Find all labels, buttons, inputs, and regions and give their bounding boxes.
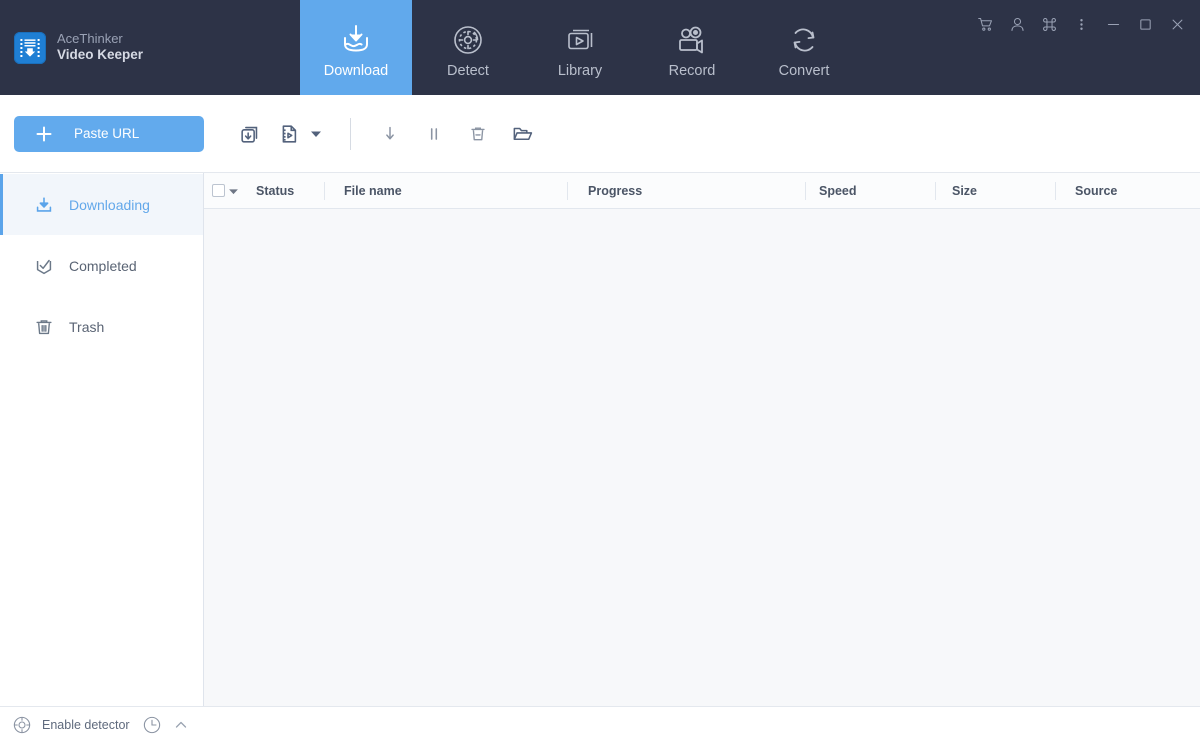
- movie-camera-icon: [673, 21, 711, 57]
- toolbar-separator: [350, 117, 351, 150]
- app-window: AceThinker Video Keeper Download Detect …: [0, 0, 1200, 742]
- plus-icon: [14, 124, 74, 144]
- account-icon[interactable]: [1002, 10, 1032, 38]
- sidebar-item-downloading-label: Downloading: [69, 196, 150, 213]
- detector-crosshair-icon: [12, 715, 32, 735]
- downloading-icon: [33, 194, 55, 216]
- sidebar-item-completed[interactable]: Completed: [0, 235, 203, 296]
- tab-library-label: Library: [557, 62, 603, 79]
- maximize-icon[interactable]: [1130, 10, 1160, 38]
- chevron-up-icon[interactable]: [174, 718, 188, 732]
- sidebar-item-downloading[interactable]: Downloading: [0, 174, 203, 235]
- column-header-progress[interactable]: Progress: [588, 184, 642, 198]
- column-divider: [805, 182, 806, 200]
- column-divider: [324, 182, 325, 200]
- cart-icon[interactable]: [970, 10, 1000, 38]
- column-divider: [567, 182, 568, 200]
- delete-icon[interactable]: [461, 117, 495, 151]
- tab-convert-label: Convert: [778, 62, 830, 79]
- apps-grid-icon[interactable]: [1034, 10, 1064, 38]
- trash-icon: [33, 316, 55, 338]
- brand: AceThinker Video Keeper: [0, 0, 300, 95]
- column-divider: [935, 182, 936, 200]
- column-header-status[interactable]: Status: [256, 184, 294, 198]
- dropdown-caret-icon[interactable]: [308, 130, 324, 138]
- radar-detect-icon: [450, 21, 486, 57]
- brand-name: AceThinker: [57, 30, 123, 46]
- tab-detect-label: Detect: [447, 62, 489, 79]
- sidebar-item-trash-label: Trash: [69, 318, 105, 335]
- column-header-size[interactable]: Size: [952, 184, 977, 198]
- sidebar-item-completed-label: Completed: [69, 257, 137, 274]
- tab-record-label: Record: [668, 62, 716, 79]
- convert-refresh-icon: [786, 21, 822, 57]
- brand-text: AceThinker Video Keeper: [57, 31, 143, 64]
- download-list[interactable]: [204, 209, 1200, 706]
- column-divider: [1055, 182, 1056, 200]
- column-header-source[interactable]: Source: [1075, 184, 1117, 198]
- column-header-filename[interactable]: File name: [344, 184, 402, 198]
- library-play-icon: [562, 21, 598, 57]
- start-download-icon[interactable]: [373, 117, 407, 151]
- brand-product: Video Keeper: [57, 47, 144, 63]
- enable-detector-toggle[interactable]: Enable detector: [12, 715, 130, 735]
- select-all-caret-icon[interactable]: [229, 182, 238, 200]
- video-keeper-logo-icon: [14, 31, 46, 64]
- clock-history-icon[interactable]: [142, 715, 162, 735]
- table-header: Status File name Progress Speed Size Sou…: [204, 173, 1200, 209]
- toolbar: Paste URL: [0, 95, 1200, 173]
- window-controls: [970, 10, 1192, 38]
- sidebar-item-trash[interactable]: Trash: [0, 296, 203, 357]
- enable-detector-label: Enable detector: [42, 717, 130, 732]
- title-bar: AceThinker Video Keeper Download Detect …: [0, 0, 1200, 95]
- status-bar: Enable detector: [0, 706, 1200, 742]
- paste-url-label: Paste URL: [74, 126, 140, 141]
- content-area: Status File name Progress Speed Size Sou…: [204, 173, 1200, 706]
- more-menu-icon[interactable]: [1066, 10, 1096, 38]
- batch-download-icon[interactable]: [232, 116, 268, 152]
- tab-convert[interactable]: Convert: [748, 0, 860, 95]
- sidebar: Downloading Completed Trash: [0, 173, 204, 706]
- tab-detect[interactable]: Detect: [412, 0, 524, 95]
- pause-icon[interactable]: [417, 117, 451, 151]
- tab-download[interactable]: Download: [300, 0, 412, 95]
- download-tray-icon: [336, 21, 376, 57]
- tab-download-label: Download: [323, 62, 389, 79]
- main-nav-tabs: Download Detect Library Record Convert: [300, 0, 860, 95]
- select-all-checkbox[interactable]: [212, 184, 225, 197]
- toolbar-group-add: [232, 116, 324, 152]
- toolbar-group-actions: [373, 117, 539, 151]
- open-folder-icon[interactable]: [505, 117, 539, 151]
- tab-record[interactable]: Record: [636, 0, 748, 95]
- app-body: Downloading Completed Trash Status File …: [0, 173, 1200, 706]
- completed-check-icon: [33, 255, 55, 277]
- select-all-control: [212, 182, 238, 200]
- column-header-speed[interactable]: Speed: [819, 184, 857, 198]
- close-icon[interactable]: [1162, 10, 1192, 38]
- minimize-icon[interactable]: [1098, 10, 1128, 38]
- tab-library[interactable]: Library: [524, 0, 636, 95]
- video-file-icon[interactable]: [270, 116, 306, 152]
- paste-url-button[interactable]: Paste URL: [14, 115, 204, 152]
